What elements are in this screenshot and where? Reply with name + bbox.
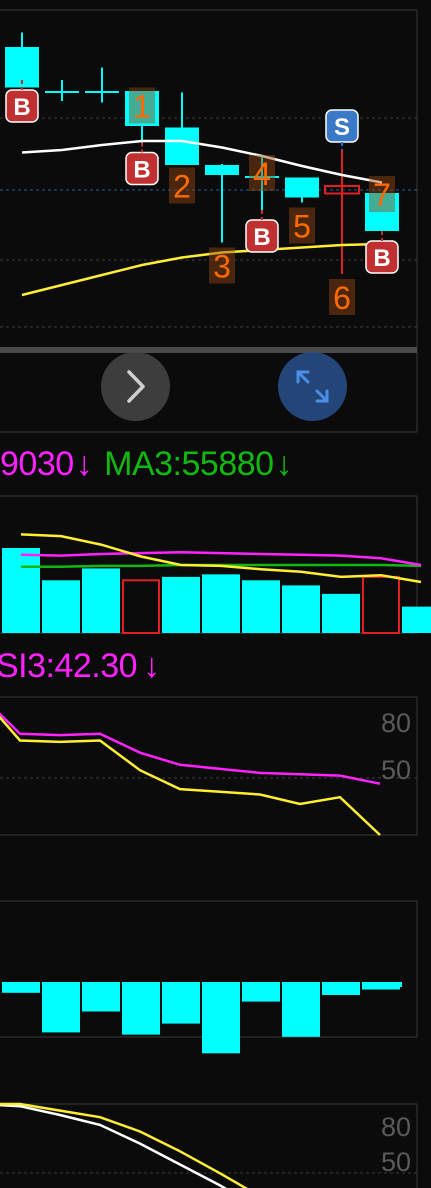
rsi-axis-80: 80	[381, 708, 412, 738]
volume-bar	[202, 574, 240, 633]
volume-bar	[122, 579, 160, 634]
macd-bar	[82, 982, 120, 1012]
signal-number: 5	[293, 209, 311, 245]
macd-bar	[242, 982, 280, 1002]
volume-magenta-line	[20, 550, 422, 567]
macd-bar	[162, 982, 200, 1024]
signal-number: 7	[373, 177, 391, 213]
scroll-bar	[0, 347, 417, 353]
chart-canvas: BB123B45S6B7	[0, 9, 431, 1188]
macd-bar	[122, 982, 160, 1035]
volume-bar	[282, 585, 320, 633]
ma-value-fragment: 9030	[0, 445, 74, 483]
kdj-white-line	[0, 1103, 228, 1188]
next-button[interactable]	[101, 352, 170, 421]
ma3-arrow-icon: ↓	[275, 445, 293, 483]
expand-button[interactable]	[278, 352, 347, 421]
signal-badge-B: B	[13, 94, 30, 121]
chevron-right-icon	[127, 370, 145, 403]
volume-bar	[402, 606, 431, 633]
rsi-axis-50: 50	[381, 755, 412, 785]
macd-bar	[322, 982, 360, 995]
signal-number: 6	[333, 280, 351, 316]
volume-indicator-line: 9030↓ MA3:55880↓	[0, 445, 293, 484]
kdj-panel	[0, 1102, 248, 1188]
signal-badge-S: S	[334, 114, 350, 141]
rsi3-arrow-icon: ↓	[143, 647, 160, 685]
rsi-RSI3-line	[0, 712, 381, 785]
candle-body	[285, 177, 319, 198]
ma-arrow-icon: ↓	[75, 445, 93, 483]
macd-bar	[282, 982, 320, 1037]
kdj-axis-80: 80	[381, 1112, 412, 1142]
volume-bar	[82, 568, 120, 633]
volume-bar	[362, 575, 400, 635]
macd-bar	[362, 982, 402, 987]
kdj-yellow-line	[0, 1102, 248, 1188]
candle-body	[205, 165, 239, 175]
kdj-axis-50: 50	[381, 1147, 412, 1177]
ma-yellow-line	[21, 242, 383, 297]
volume-bar	[162, 576, 200, 633]
expand-arrows-icon	[296, 370, 329, 403]
macd-bar	[202, 982, 240, 1054]
signal-number: 1	[133, 89, 151, 125]
signal-badge-B: B	[373, 245, 390, 272]
volume-bar	[242, 580, 280, 633]
candle-body	[165, 127, 199, 165]
signal-number: 4	[253, 156, 271, 192]
rsi-indicator-line: SI3:42.30 ↓	[0, 647, 160, 686]
rsi3-label: SI3:42.30	[0, 647, 138, 685]
volume-panel	[2, 533, 431, 635]
signal-number: 2	[173, 169, 191, 205]
ma3-label: MA3:55880	[104, 445, 274, 483]
volume-bar	[2, 548, 40, 633]
signal-badge-B: B	[253, 224, 270, 251]
rsi-panel	[0, 712, 381, 836]
macd-bar	[2, 982, 40, 993]
macd-bar	[42, 982, 80, 1033]
candle-body	[45, 91, 79, 93]
candle-body	[85, 91, 119, 93]
volume-bar	[322, 593, 360, 633]
price-panel: BB123B45S6B7	[5, 32, 399, 316]
signal-badge-B: B	[133, 157, 150, 184]
macd-panel	[2, 982, 402, 1054]
signal-number: 3	[213, 249, 231, 285]
ma-white-line	[21, 139, 383, 184]
volume-bar	[42, 580, 80, 633]
